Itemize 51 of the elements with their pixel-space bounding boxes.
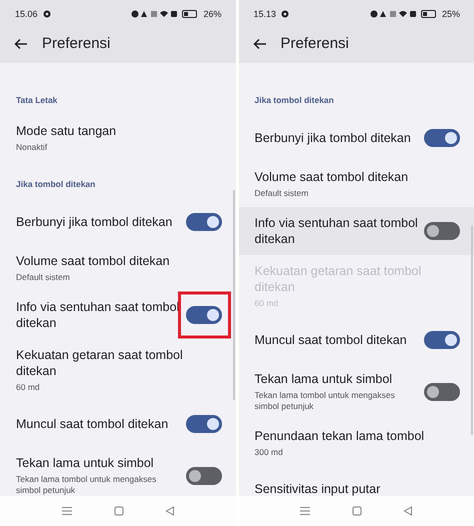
notification-icon xyxy=(42,10,53,18)
menu-icon[interactable] xyxy=(299,506,312,516)
back-icon[interactable] xyxy=(14,38,28,50)
toggle-switch[interactable] xyxy=(424,331,460,349)
home-icon[interactable] xyxy=(114,506,124,516)
toggle-switch[interactable] xyxy=(186,213,222,231)
section-header: Jika tombol ditekan xyxy=(254,94,335,107)
menu-icon[interactable] xyxy=(60,506,73,516)
setting-title: Info via sentuhan saat tombol ditekan xyxy=(16,299,180,331)
status-icons xyxy=(370,10,416,18)
battery-icon xyxy=(182,10,198,18)
setting-title: Info via sentuhan saat tombol ditekan xyxy=(254,215,418,247)
setting-title: Muncul saat tombol ditekan xyxy=(16,416,170,432)
section-header: Tata Letak xyxy=(15,94,58,107)
status-time: 15.13 xyxy=(254,9,276,19)
back-icon[interactable] xyxy=(252,38,266,50)
toggle-switch[interactable] xyxy=(424,222,460,240)
pressed-row[interactable]: Info via sentuhan saat tombol ditekan xyxy=(238,207,474,255)
toggle-switch[interactable] xyxy=(186,306,222,324)
setting-title[interactable]: Volume saat tombol ditekan xyxy=(16,253,216,269)
section-header: Jika tombol ditekan xyxy=(15,178,96,191)
setting-title[interactable]: Mode satu tangan xyxy=(16,123,216,139)
toggle-switch[interactable] xyxy=(424,129,460,147)
setting-title[interactable]: Penundaan tekan lama tombol xyxy=(254,428,454,444)
setting-title: Tekan lama untuk simbol xyxy=(254,371,394,387)
setting-title: Berbunyi jika tombol ditekan xyxy=(254,130,412,146)
toggle-switch[interactable] xyxy=(186,415,222,433)
setting-title: Muncul saat tombol ditekan xyxy=(254,332,408,348)
status-icons xyxy=(131,10,178,18)
setting-value: Nonaktif xyxy=(16,142,48,153)
setting-title[interactable]: Volume saat tombol ditekan xyxy=(254,169,454,185)
battery-percentage: 25% xyxy=(442,9,460,19)
screen-title: Preferensi xyxy=(42,35,110,52)
setting-description: Tekan lama tombol untuk mengakses simbol petunjuk xyxy=(254,390,396,412)
home-icon[interactable] xyxy=(352,506,362,516)
setting-title[interactable]: Sensitivitas input putar xyxy=(254,481,454,497)
battery-percentage: 26% xyxy=(203,9,222,19)
battery-icon xyxy=(420,10,437,18)
status-time: 15.06 xyxy=(15,9,38,19)
setting-title: Tekan lama untuk simbol xyxy=(16,455,155,471)
toggle-switch[interactable] xyxy=(424,382,460,400)
setting-value: Default sistem xyxy=(16,272,71,283)
setting-value: Default sistem xyxy=(254,188,310,199)
notification-icon xyxy=(281,10,292,18)
setting-value: 300 md xyxy=(254,447,284,458)
toggle-switch[interactable] xyxy=(186,466,222,484)
screen-title: Preferensi xyxy=(280,35,349,52)
setting-description: Tekan lama tombol untuk mengakses simbol petunjuk xyxy=(16,474,158,496)
setting-title: Berbunyi jika tombol ditekan xyxy=(16,214,174,230)
setting-title[interactable]: Kekuatan getaran saat tombol ditekan xyxy=(16,347,216,379)
setting-value: 60 md xyxy=(16,382,41,393)
